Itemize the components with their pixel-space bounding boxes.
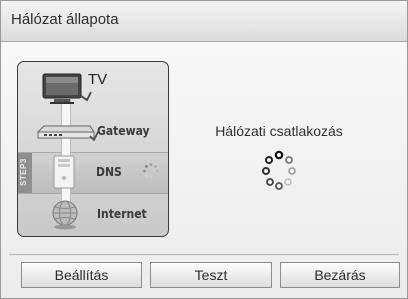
node-internet: Internet <box>18 194 168 234</box>
button-separator <box>9 254 399 255</box>
node-label-dns: DNS <box>96 165 122 179</box>
node-dns: DNS <box>18 152 168 192</box>
node-gateway: Gateway <box>18 110 168 150</box>
node-tv: TV <box>18 68 168 108</box>
connection-status-message: Hálózati csatlakozás <box>215 123 343 139</box>
tv-icon <box>42 73 92 104</box>
gateway-icon <box>36 125 98 142</box>
loading-spinner-icon <box>262 150 296 190</box>
node-label-tv: TV <box>88 71 108 88</box>
dialog-title-bar: Hálózat állapota <box>1 1 407 42</box>
small-loading-icon <box>143 163 159 179</box>
settings-button[interactable]: Beállítás <box>21 262 142 288</box>
node-label-gateway: Gateway <box>97 124 150 138</box>
test-button[interactable]: Teszt <box>150 262 272 288</box>
node-label-internet: Internet <box>97 207 147 221</box>
close-button[interactable]: Bezárás <box>280 262 400 288</box>
dialog-title: Hálózat állapota <box>11 11 119 28</box>
globe-icon <box>52 200 78 230</box>
network-diagram-panel: STEP3 TV Gateway DNS Internet <box>17 61 169 237</box>
network-status-dialog: Hálózat állapota STEP3 TV Gateway DNS In… <box>0 0 408 299</box>
dns-server-icon <box>53 155 75 189</box>
